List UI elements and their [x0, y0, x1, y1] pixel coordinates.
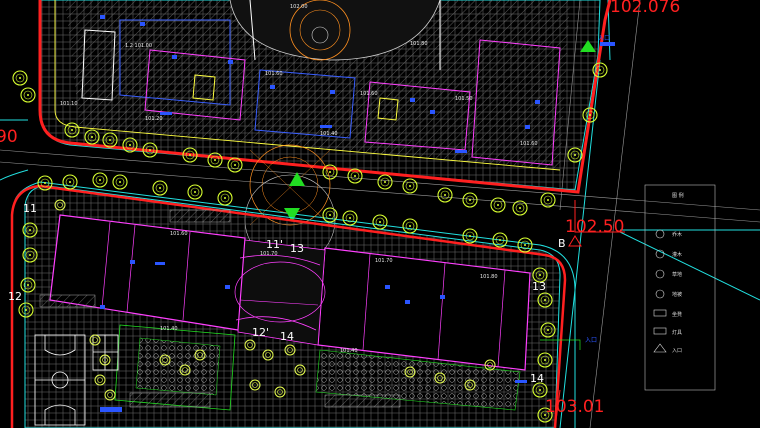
- axis-label: 13: [532, 280, 546, 293]
- entrance-tag: 入口: [598, 35, 610, 42]
- axis-label: 11: [23, 202, 37, 215]
- svg-text:101.40: 101.40: [340, 348, 358, 354]
- elevation-bottom-right: 103.01: [545, 397, 604, 417]
- elevation-left-edge: 90: [0, 127, 18, 147]
- legend-item-label: 地被: [672, 291, 682, 298]
- svg-text:101.60: 101.60: [265, 71, 283, 77]
- legend-item-label: 坐凳: [672, 311, 682, 318]
- svg-text:101.70: 101.70: [260, 251, 278, 257]
- legend-item-label: 灯具: [672, 329, 682, 336]
- svg-text:101.60: 101.60: [170, 231, 188, 237]
- axis-label: 14: [530, 372, 544, 385]
- entrance-tag: 入口: [585, 337, 597, 344]
- svg-text:1.2 101.00: 1.2 101.00: [125, 43, 152, 49]
- svg-text:102.00: 102.00: [290, 4, 308, 10]
- svg-text:101.80: 101.80: [480, 274, 498, 280]
- elevation-right: 102.50: [565, 217, 624, 237]
- svg-text:101.60: 101.60: [520, 141, 538, 147]
- elevation-top-right: 102.076: [610, 0, 680, 17]
- cad-drawing-canvas[interactable]: 1.2 101.00 101.60 101.60 101.50 101.20 101.…: [0, 0, 760, 428]
- svg-text:101.10: 101.10: [60, 101, 78, 107]
- axis-label: 12: [8, 290, 22, 303]
- legend-title: 图 例: [672, 192, 684, 199]
- legend-item-label: 草地: [672, 271, 682, 278]
- section-marker: B: [558, 237, 566, 250]
- svg-text:101.50: 101.50: [455, 96, 473, 102]
- axis-label: 14: [280, 330, 294, 343]
- axis-label: 13: [290, 242, 304, 255]
- axis-label: 12': [252, 326, 269, 339]
- svg-text:101.80: 101.80: [410, 41, 428, 47]
- svg-text:101.60: 101.60: [360, 91, 378, 97]
- svg-text:101.40: 101.40: [160, 326, 178, 332]
- legend-item-label: 灌木: [672, 251, 682, 258]
- svg-text:101.20: 101.20: [145, 116, 163, 122]
- svg-text:101.70: 101.70: [375, 258, 393, 264]
- legend-item-label: 入口: [672, 348, 682, 354]
- axis-label: 11': [266, 238, 283, 251]
- legend-item-label: 乔木: [672, 231, 682, 238]
- svg-text:101.40: 101.40: [320, 131, 338, 137]
